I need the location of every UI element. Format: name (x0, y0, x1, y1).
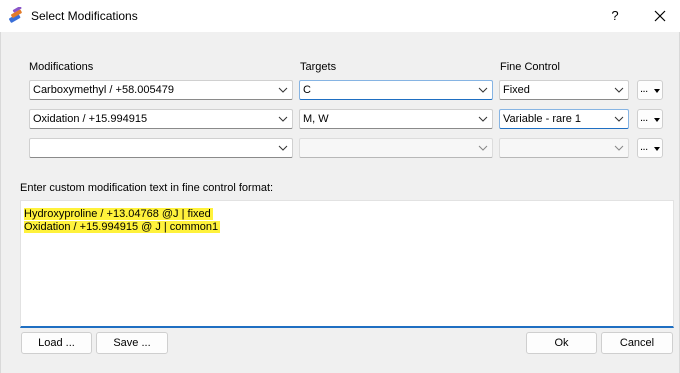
targets-select[interactable]: C (299, 80, 493, 100)
targets-value: C (303, 84, 311, 96)
modification-select[interactable]: Carboxymethyl / +58.005479 (29, 80, 293, 100)
close-icon[interactable] (644, 4, 676, 28)
chevron-down-icon (614, 116, 624, 122)
modification-value: Carboxymethyl / +58.005479 (33, 84, 174, 96)
chevron-down-icon (614, 87, 624, 93)
more-options-button[interactable]: ... (637, 80, 663, 100)
fine-control-select[interactable]: Fixed (499, 80, 629, 100)
chevron-down-icon (278, 87, 288, 93)
chevron-down-icon (278, 145, 288, 151)
modification-value: Oxidation / +15.994915 (33, 113, 148, 125)
custom-text-line: Hydroxyproline / +13.04768 @J | fixed (24, 208, 213, 220)
dropdown-arrow-icon (654, 147, 660, 151)
custom-text-label: Enter custom modification text in fine c… (20, 182, 274, 194)
targets-select[interactable]: M, W (299, 109, 493, 129)
targets-select[interactable] (299, 138, 493, 158)
more-options-button[interactable]: ... (637, 109, 663, 129)
fine-control-value: Variable - rare 1 (503, 113, 582, 125)
more-options-button[interactable]: ... (637, 138, 663, 158)
dropdown-arrow-icon (654, 89, 660, 93)
fine-control-header: Fine Control (500, 61, 560, 73)
more-options-label: ... (640, 112, 648, 124)
custom-text-line: Oxidation / +15.994915 @ J | common1 (24, 221, 221, 233)
fine-control-value: Fixed (503, 84, 530, 96)
chevron-down-icon (478, 87, 488, 93)
load-button[interactable]: Load ... (21, 332, 92, 354)
help-button[interactable]: ? (600, 4, 630, 28)
more-options-label: ... (640, 83, 648, 95)
save-button[interactable]: Save ... (96, 332, 168, 354)
modifications-header: Modifications (29, 61, 94, 73)
chevron-down-icon (614, 145, 624, 151)
ok-button[interactable]: Ok (526, 332, 597, 354)
more-options-label: ... (640, 141, 648, 153)
window-title: Select Modifications (31, 9, 138, 23)
targets-value: M, W (303, 113, 329, 125)
dropdown-arrow-icon (654, 118, 660, 122)
chevron-down-icon (478, 145, 488, 151)
custom-modification-textarea[interactable]: Hydroxyproline / +13.04768 @J | fixed Ox… (20, 200, 674, 328)
cancel-button[interactable]: Cancel (601, 332, 673, 354)
modification-select[interactable] (29, 138, 293, 158)
chevron-down-icon (478, 116, 488, 122)
fine-control-select[interactable] (499, 138, 629, 158)
chevron-down-icon (278, 116, 288, 122)
targets-header: Targets (300, 61, 337, 73)
modification-select[interactable]: Oxidation / +15.994915 (29, 109, 293, 129)
app-icon (9, 7, 22, 23)
fine-control-select[interactable]: Variable - rare 1 (499, 109, 629, 129)
